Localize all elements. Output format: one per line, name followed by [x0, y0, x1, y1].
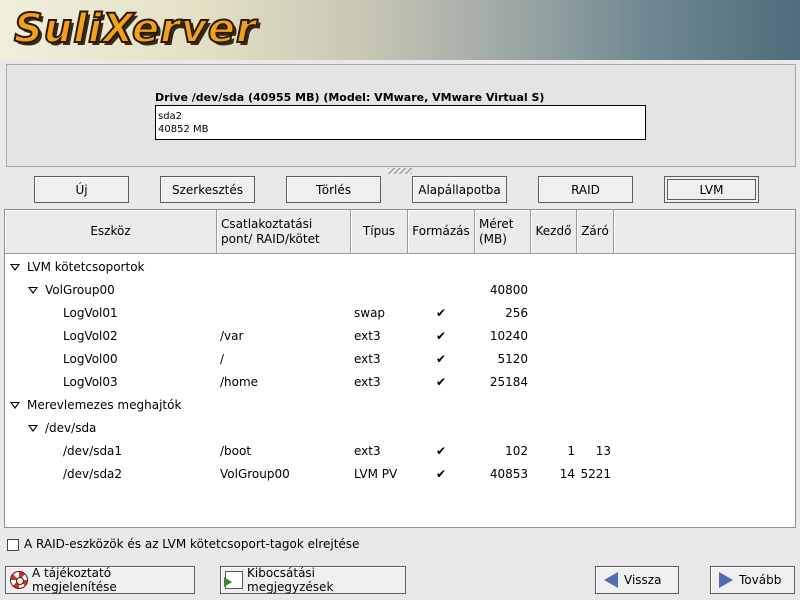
cell-device: LogVol03 [63, 375, 118, 389]
release-notes-icon [224, 571, 243, 589]
table-group-row[interactable]: Merevlemezes meghajtók [5, 394, 795, 417]
cell-start: 1 [567, 444, 575, 458]
drive-panel: Drive /dev/sda (40955 MB) (Model: VMware… [6, 64, 796, 167]
header-banner: SuliXerver [0, 0, 800, 60]
group-label: LVM kötetcsoportok [27, 260, 145, 274]
lvm-button[interactable]: LVM [664, 176, 759, 203]
table-row[interactable]: /dev/sda2 VolGroup00 LVM PV ✔ 40853 14 5… [5, 463, 795, 486]
cell-mount: VolGroup00 [220, 467, 290, 481]
format-check-icon: ✔ [436, 375, 447, 389]
new-button[interactable]: Új [34, 176, 129, 203]
table-header: Eszköz Csatlakoztatási pont/ RAID/kötet … [5, 210, 795, 254]
column-header-mount[interactable]: Csatlakoztatási pont/ RAID/kötet [217, 210, 351, 254]
column-header-filler [614, 210, 795, 254]
cell-mount: /home [220, 375, 259, 389]
format-check-icon: ✔ [436, 329, 447, 343]
segment-size: 40852 MB [158, 124, 209, 135]
cell-start: 14 [559, 467, 575, 481]
table-row[interactable]: VolGroup00 40800 [5, 279, 795, 302]
delete-button[interactable]: Törlés [286, 176, 381, 203]
format-check-icon: ✔ [436, 306, 447, 320]
cell-device: /dev/sda2 [63, 467, 123, 481]
expander-down-icon[interactable] [10, 402, 20, 409]
cell-mount: /var [220, 329, 244, 343]
column-header-device[interactable]: Eszköz [5, 210, 217, 254]
cell-size: 102 [505, 444, 528, 458]
table-group-row[interactable]: LVM kötetcsoportok [5, 256, 795, 279]
format-check-icon: ✔ [436, 444, 447, 458]
cell-device: /dev/sda [45, 421, 97, 435]
hide-raid-lvm-checkbox[interactable] [7, 539, 19, 551]
expander-down-icon[interactable] [28, 287, 38, 294]
partition-table: Eszköz Csatlakoztatási pont/ RAID/kötet … [4, 209, 796, 528]
hide-raid-lvm-label[interactable]: A RAID-eszközök és az LVM kötetcsoport-t… [24, 537, 359, 551]
expander-down-icon[interactable] [28, 425, 38, 432]
column-header-format[interactable]: Formázás [408, 210, 475, 254]
cell-type: ext3 [354, 444, 381, 458]
expander-down-icon[interactable] [10, 264, 20, 271]
cell-end: 13 [595, 444, 611, 458]
cell-device: LogVol01 [63, 306, 118, 320]
cell-type: ext3 [354, 352, 381, 366]
segment-name: sda2 [158, 111, 183, 122]
cell-mount: / [220, 352, 225, 366]
cell-device: VolGroup00 [45, 283, 115, 297]
table-row[interactable]: LogVol00 / ext3 ✔ 5120 [5, 348, 795, 371]
cell-type: ext3 [354, 329, 381, 343]
back-button[interactable]: Vissza [595, 566, 679, 594]
table-row[interactable]: LogVol01 swap ✔ 256 [5, 302, 795, 325]
back-label: Vissza [624, 573, 662, 587]
reset-button[interactable]: Alapállapotba [412, 176, 507, 203]
cell-size: 5120 [497, 352, 528, 366]
column-header-size[interactable]: Méret (MB) [475, 210, 531, 254]
drive-segment-bar[interactable]: sda2 40852 MB [155, 105, 646, 140]
table-row[interactable]: LogVol03 /home ext3 ✔ 25184 [5, 371, 795, 394]
cell-device: LogVol02 [63, 329, 118, 343]
table-row[interactable]: /dev/sda [5, 417, 795, 440]
cell-mount: /boot [220, 444, 252, 458]
app-logo: SuliXerver [13, 5, 257, 53]
arrow-left-icon [604, 572, 618, 588]
table-row[interactable]: LogVol02 /var ext3 ✔ 10240 [5, 325, 795, 348]
edit-button[interactable]: Szerkesztés [160, 176, 255, 203]
cell-type: LVM PV [354, 467, 398, 481]
cell-size: 25184 [489, 375, 528, 389]
next-button[interactable]: Tovább [710, 566, 795, 594]
cell-type: ext3 [354, 375, 381, 389]
cell-device: /dev/sda1 [63, 444, 123, 458]
pane-resize-grip[interactable] [388, 168, 412, 174]
cell-type: swap [354, 306, 386, 320]
cell-size: 40853 [489, 467, 528, 481]
cell-end: 5221 [580, 467, 611, 481]
raid-button[interactable]: RAID [538, 176, 633, 203]
release-notes-label: Kibocsátási megjegyzések [247, 566, 334, 594]
cell-device: LogVol00 [63, 352, 118, 366]
next-label: Tovább [739, 573, 782, 587]
format-check-icon: ✔ [436, 352, 447, 366]
column-header-start[interactable]: Kezdő [531, 210, 577, 254]
drive-title: Drive /dev/sda (40955 MB) (Model: VMware… [155, 91, 545, 104]
column-header-end[interactable]: Záró [577, 210, 614, 254]
show-info-label: A tájékoztató megjelenítése [32, 566, 117, 594]
cell-size: 10240 [489, 329, 528, 343]
group-label: Merevlemezes meghajtók [27, 398, 182, 412]
show-info-button[interactable]: A tájékoztató megjelenítése [5, 566, 195, 594]
format-check-icon: ✔ [436, 467, 447, 481]
arrow-right-icon [719, 572, 733, 588]
cell-size: 256 [505, 306, 528, 320]
cell-size: 40800 [489, 283, 528, 297]
lifebuoy-icon [10, 571, 28, 589]
table-row[interactable]: /dev/sda1 /boot ext3 ✔ 102 1 13 [5, 440, 795, 463]
release-notes-button[interactable]: Kibocsátási megjegyzések [220, 566, 406, 594]
column-header-type[interactable]: Típus [351, 210, 408, 254]
